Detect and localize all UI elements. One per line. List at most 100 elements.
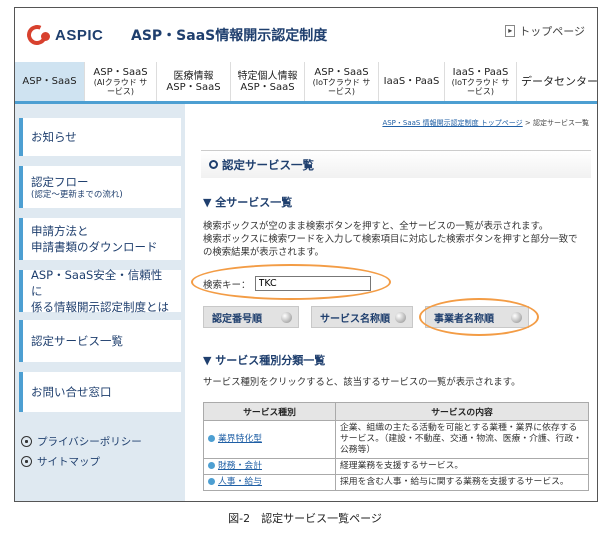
logo-text: ASPIC (55, 26, 104, 44)
breadcrumb-separator: > (522, 119, 533, 127)
go-icon (511, 312, 522, 323)
sidebar-item-label-line2: 係る情報開示認定制度とは (31, 300, 169, 314)
all-services-title: ▼ 全サービス一覧 (203, 196, 293, 209)
breadcrumb: ASP・SaaS 情報開示認定制度 トップページ > 認定サービス一覧 (382, 118, 589, 128)
go-icon (281, 312, 292, 323)
service-desc-cell: 採用を含む人事・給与に関する業務を支援するサービス。 (335, 474, 589, 491)
sidebar-item-service-list[interactable]: 認定サービス一覧 (19, 320, 181, 362)
page-title-label: 認定サービス一覧 (222, 157, 314, 172)
arrow-right-icon: ▸ (505, 25, 516, 37)
top-page-link[interactable]: ▸ トップページ (505, 23, 585, 39)
sidebar-item-contact[interactable]: お問い合せ窓口 (19, 372, 181, 412)
tab-iaas-paas-iot[interactable]: IaaS・PaaS (IoTクラウド サービス) (445, 62, 517, 101)
tab-sublabel: (IoTクラウド サービス) (451, 78, 510, 96)
tab-label: IaaS・PaaS (383, 76, 440, 87)
service-type-cell: 業界特化型 (203, 420, 336, 459)
lock-icon (21, 436, 32, 447)
category-tabs: ASP・SaaS ASP・SaaS (AIクラウド サービス) 医療情報 ASP… (15, 62, 598, 104)
tab-asp-saas[interactable]: ASP・SaaS (15, 62, 85, 101)
service-type-cell: 人事・給与 (203, 474, 336, 491)
tab-label: 特定個人情報 (237, 70, 298, 82)
button-label: 事業者名称順 (434, 313, 494, 325)
sidebar-item-label: ASP・SaaS安全・信頼性に (31, 268, 163, 298)
sidebar-item-application[interactable]: 申請方法と 申請書類のダウンロード (19, 218, 181, 260)
column-header: サービス種別 (203, 402, 336, 421)
breadcrumb-home-link[interactable]: ASP・SaaS 情報開示認定制度 トップページ (382, 119, 522, 127)
category-description: サービス種別をクリックすると、該当するサービスの一覧が表示されます。 (203, 377, 521, 388)
service-type-link[interactable]: 人事・給与 (218, 477, 262, 487)
table-row: 財務・会計 経理業務を支援するサービス。 (203, 458, 589, 475)
column-header: サービスの内容 (335, 402, 589, 421)
tab-personal-info[interactable]: 特定個人情報 ASP・SaaS (231, 62, 305, 101)
search-label: 検索キー： (203, 279, 251, 291)
service-type-cell: 財務・会計 (203, 458, 336, 475)
table-header-row: サービス種別 サービスの内容 (203, 402, 589, 421)
go-icon (395, 312, 406, 323)
tab-sublabel: ASP・SaaS (166, 81, 221, 93)
tab-asp-saas-iot[interactable]: ASP・SaaS (IoTクラウド サービス) (305, 62, 379, 101)
tab-label: データセンター (521, 75, 598, 88)
sidebar-item-about[interactable]: ASP・SaaS安全・信頼性に 係る情報開示認定制度とは (19, 268, 181, 314)
description-line: 検索ボックスが空のまま検索ボタンを押すと、全サービスの一覧が表示されます。 (203, 221, 549, 232)
figure-caption: 図-2 認定サービス一覧ページ (228, 512, 382, 525)
button-label: 認定番号順 (212, 313, 262, 325)
table-row: 人事・給与 採用を含む人事・給与に関する業務を支援するサービス。 (203, 474, 589, 491)
bullet-icon (208, 435, 215, 442)
tab-label: ASP・SaaS (93, 67, 148, 78)
category-list-title: ▼ サービス種別分類一覧 (203, 354, 326, 367)
tab-label: IaaS・PaaS (452, 67, 509, 78)
sidebar-item-label: 認定フロー (31, 174, 89, 189)
tab-sublabel: (IoTクラウド サービス) (312, 78, 371, 96)
privacy-policy-link[interactable]: プライバシーポリシー (21, 434, 142, 449)
tab-label: ASP・SaaS (22, 76, 77, 87)
sidebar-item-flow[interactable]: 認定フロー (認定～更新までの流れ) (19, 166, 181, 208)
description-line: 検索ボックスに検索ワードを入力して検索項目に対応した検索ボタンを押すと部分一致で (203, 234, 578, 245)
tab-label: ASP・SaaS (314, 67, 369, 78)
search-row: 検索キー： (203, 276, 371, 291)
sidebar-item-label: お知らせ (31, 130, 77, 144)
description-line: の検索結果が表示されます。 (203, 247, 324, 258)
service-desc-cell: 企業、組織の主たる活動を可能とする業種・業界に依存するサービス。（建設・不動産、… (335, 420, 589, 459)
site-header: ASPIC ASP・SaaS情報開示認定制度 ▸ トップページ (15, 8, 597, 62)
sidebar-item-label: 申請方法と (31, 224, 89, 238)
breadcrumb-current: 認定サービス一覧 (533, 119, 589, 127)
sort-by-company-button[interactable]: 事業者名称順 (425, 306, 529, 328)
tab-medical[interactable]: 医療情報 ASP・SaaS (157, 62, 231, 101)
tab-asp-saas-ai[interactable]: ASP・SaaS (AIクラウド サービス) (85, 62, 157, 101)
sidebar-item-label: お問い合せ窓口 (31, 385, 112, 399)
sitemap-label: サイトマップ (37, 456, 100, 468)
tab-sublabel: (AIクラウド サービス) (93, 78, 148, 96)
sidebar-item-label: 認定サービス一覧 (31, 334, 123, 348)
circle-icon (209, 160, 218, 169)
browser-frame: ASPIC ASP・SaaS情報開示認定制度 ▸ トップページ ASP・SaaS… (14, 7, 598, 502)
tab-iaas-paas[interactable]: IaaS・PaaS (379, 62, 445, 101)
sitemap-icon (21, 456, 32, 467)
bullet-icon (208, 478, 215, 485)
top-page-link-label: トップページ (519, 25, 585, 38)
bullet-icon (208, 462, 215, 469)
table-row: 業界特化型 企業、組織の主たる活動を可能とする業種・業界に依存するサービス。（建… (203, 420, 589, 459)
search-input[interactable] (254, 276, 371, 291)
tab-label: 医療情報 (173, 70, 214, 82)
tab-datacenter[interactable]: データセンター (517, 62, 598, 101)
sidebar-item-news[interactable]: お知らせ (19, 118, 181, 156)
service-type-link[interactable]: 財務・会計 (218, 461, 262, 471)
sitemap-link[interactable]: サイトマップ (21, 454, 100, 469)
sidebar-item-sublabel: (認定～更新までの流れ) (31, 189, 123, 200)
service-desc-cell: 経理業務を支援するサービス。 (335, 458, 589, 475)
sort-by-number-button[interactable]: 認定番号順 (203, 306, 299, 328)
sidebar-item-label-line2: 申請書類のダウンロード (31, 240, 158, 254)
service-type-link[interactable]: 業界特化型 (218, 434, 262, 444)
aspic-logo[interactable]: ASPIC (24, 22, 104, 48)
aspic-logo-icon (24, 22, 51, 48)
sort-by-service-button[interactable]: サービス名称順 (311, 306, 413, 328)
service-category-table: サービス種別 サービスの内容 業界特化型 企業、組織の主たる活動を可能とする業種… (203, 402, 589, 491)
main-content: ASP・SaaS 情報開示認定制度 トップページ > 認定サービス一覧 認定サー… (191, 104, 597, 501)
all-services-description: 検索ボックスが空のまま検索ボタンを押すと、全サービスの一覧が表示されます。 検索… (203, 220, 591, 259)
button-label: サービス名称順 (320, 313, 390, 325)
site-title: ASP・SaaS情報開示認定制度 (131, 28, 328, 44)
sidebar: お知らせ 認定フロー (認定～更新までの流れ) 申請方法と 申請書類のダウンロー… (15, 104, 185, 501)
page-title: 認定サービス一覧 (201, 150, 591, 178)
tab-sublabel: ASP・SaaS (240, 81, 295, 93)
privacy-policy-label: プライバシーポリシー (37, 436, 142, 448)
